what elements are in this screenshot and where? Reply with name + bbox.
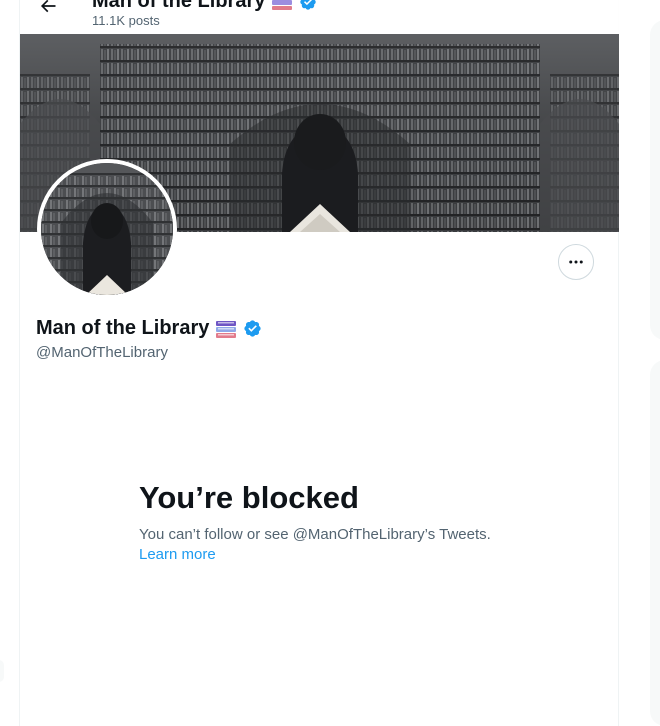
left-edge-fragment [0,660,4,682]
avatar[interactable] [37,159,177,299]
more-options-button[interactable] [558,244,594,280]
header-name: Man of the Library [92,0,266,12]
header-title: Man of the Library [92,0,317,13]
more-icon [569,260,583,264]
profile-column: Man of the Library 11.1K posts Man of th… [19,0,620,726]
blocked-title: You’re blocked [139,480,359,515]
books-emoji-icon [215,320,237,338]
arrow-left-icon [40,0,56,13]
sidebar-card [650,360,660,726]
post-count: 11.1K posts [92,13,160,28]
verified-badge-icon [244,320,261,337]
blocked-notice: You’re blocked You can’t follow or see @… [139,480,539,565]
blocked-message: You can’t follow or see @ManOfTheLibrary… [139,526,491,543]
profile-header: Man of the Library 11.1K posts [20,0,620,34]
learn-more-link[interactable]: Learn more [139,545,539,565]
profile-name: Man of the Library [36,317,262,340]
avatar-art [41,163,173,295]
verified-badge-icon [300,0,317,10]
profile-handle: @ManOfTheLibrary [36,344,168,361]
sidebar-card [650,20,660,340]
back-button[interactable] [34,0,62,20]
books-emoji-icon [271,0,293,11]
display-name: Man of the Library [36,317,210,339]
